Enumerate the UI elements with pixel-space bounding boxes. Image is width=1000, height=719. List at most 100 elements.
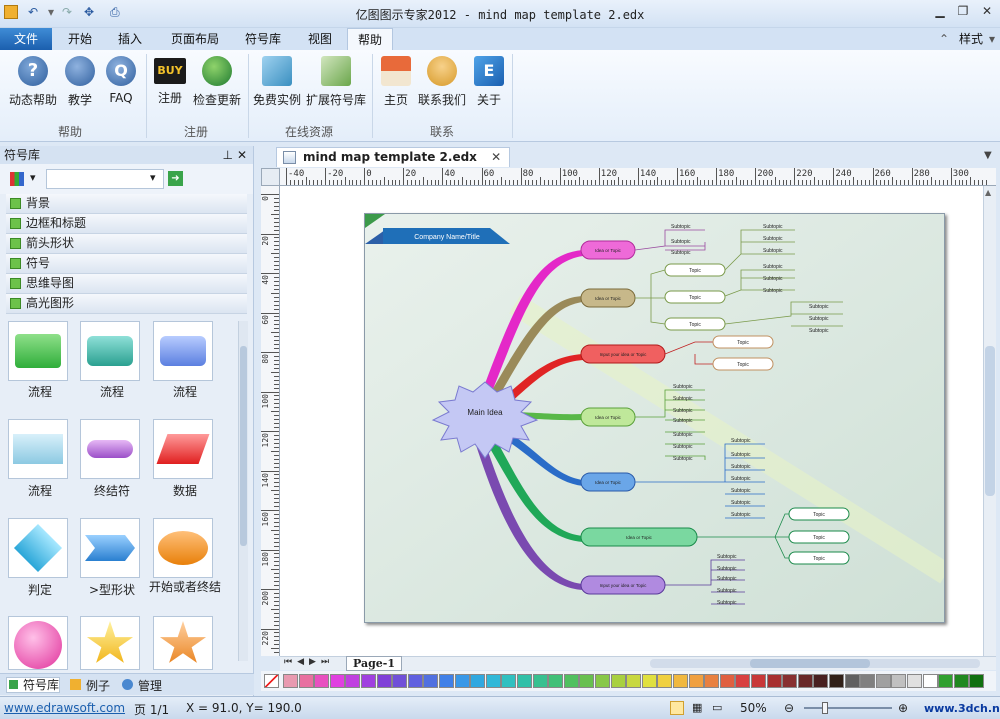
subtopic-label[interactable]: Subtopic <box>809 328 829 334</box>
category-highlight-shapes[interactable]: 高光图形 <box>6 294 247 314</box>
color-swatch[interactable] <box>719 674 735 688</box>
page-view-icon[interactable]: ▦ <box>692 701 702 714</box>
subtopic-label[interactable]: Subtopic <box>763 248 783 254</box>
tutorial-button[interactable]: 教学 <box>62 56 98 112</box>
color-swatch[interactable] <box>532 674 548 688</box>
subtopic-label[interactable]: Subtopic <box>671 250 691 256</box>
color-swatch[interactable] <box>969 674 985 688</box>
subtopic-label[interactable]: Subtopic <box>809 304 829 310</box>
color-swatch[interactable] <box>953 674 969 688</box>
shape-process-light[interactable] <box>8 419 68 479</box>
color-swatch[interactable] <box>563 674 579 688</box>
tab-list-dropdown-icon[interactable]: ▼ <box>984 150 992 161</box>
no-fill-swatch[interactable] <box>264 674 279 688</box>
search-dropdown-icon[interactable]: ▾ <box>150 171 156 184</box>
color-swatch[interactable] <box>454 674 470 688</box>
subtopic-label[interactable]: Subtopic <box>671 224 691 230</box>
subtopic-label[interactable]: Subtopic <box>673 444 693 450</box>
color-swatch[interactable] <box>844 674 860 688</box>
close-icon[interactable]: ✕ <box>977 4 997 22</box>
dynamic-help-button[interactable]: ? 动态帮助 <box>8 56 58 112</box>
subtopic-label[interactable]: Subtopic <box>673 384 693 390</box>
page-nav-arrows-icon[interactable]: ⏮◀▶⏭ <box>284 657 334 667</box>
collapse-ribbon-icon[interactable]: ⌃ <box>938 28 950 50</box>
color-swatch[interactable] <box>735 674 751 688</box>
contact-us-button[interactable]: 联系我们 <box>416 56 468 112</box>
subtopic-label[interactable]: Subtopic <box>673 456 693 462</box>
category-arrows[interactable]: 箭头形状 <box>6 234 247 254</box>
color-swatch[interactable] <box>329 674 345 688</box>
library-icon[interactable] <box>10 172 24 186</box>
shape-process-green[interactable] <box>8 321 68 381</box>
subtopic-label[interactable]: Subtopic <box>763 236 783 242</box>
page-tab[interactable]: Page-1 <box>346 656 403 671</box>
faq-button[interactable]: Q FAQ <box>104 56 138 112</box>
scroll-thumb[interactable] <box>985 346 995 496</box>
color-swatch[interactable] <box>517 674 532 688</box>
shape-process-teal[interactable] <box>80 321 140 381</box>
shape-process-blue[interactable] <box>153 321 213 381</box>
subtopic-label[interactable]: Subtopic <box>717 554 737 560</box>
subtopic-label[interactable]: Subtopic <box>763 288 783 294</box>
color-swatch[interactable] <box>829 674 844 688</box>
color-swatch[interactable] <box>657 674 673 688</box>
extended-symbols-button[interactable]: 扩展符号库 <box>305 56 367 112</box>
color-swatch[interactable] <box>797 674 813 688</box>
about-button[interactable]: E 关于 <box>472 56 506 112</box>
shape-decision[interactable] <box>8 518 68 578</box>
homepage-button[interactable]: 主页 <box>378 56 414 112</box>
minimize-icon[interactable]: ▁ <box>930 4 950 22</box>
subtopic-label[interactable]: Subtopic <box>731 488 751 494</box>
color-swatch[interactable] <box>548 674 564 688</box>
color-swatch[interactable] <box>626 674 642 688</box>
free-examples-button[interactable]: 免费实例 <box>252 56 302 112</box>
color-swatch[interactable] <box>345 674 361 688</box>
restore-icon[interactable]: ❐ <box>953 4 973 22</box>
zoom-out-icon[interactable]: ⊖ <box>784 701 794 715</box>
go-arrow-icon[interactable]: ➜ <box>168 171 183 186</box>
color-swatch[interactable] <box>470 674 486 688</box>
subtopic-label[interactable]: Subtopic <box>717 576 737 582</box>
color-swatch[interactable] <box>688 674 704 688</box>
subtopic-label[interactable]: Subtopic <box>717 588 737 594</box>
close-tab-icon[interactable]: ✕ <box>491 150 501 164</box>
color-swatch[interactable] <box>751 674 766 688</box>
tab-home[interactable]: 开始 <box>60 28 100 50</box>
color-swatch[interactable] <box>392 674 408 688</box>
subtopic-label[interactable]: Subtopic <box>731 464 751 470</box>
shape-terminator[interactable] <box>80 419 140 479</box>
color-swatch[interactable] <box>485 674 501 688</box>
presentation-view-icon[interactable]: ▭ <box>712 701 722 714</box>
drawing-canvas[interactable]: Company Name/Title Main Idea Idea or Top… <box>280 186 983 656</box>
category-mind-map[interactable]: 思维导图 <box>6 274 247 294</box>
shape-data[interactable] <box>153 419 213 479</box>
color-swatch[interactable] <box>891 674 907 688</box>
color-swatch[interactable] <box>782 674 798 688</box>
subtopic-label[interactable]: Subtopic <box>671 239 691 245</box>
zoom-in-icon[interactable]: ⊕ <box>898 701 908 715</box>
subtopic-label[interactable]: Subtopic <box>673 408 693 414</box>
category-borders-titles[interactable]: 边框和标题 <box>6 214 247 234</box>
panel-scrollbar[interactable] <box>238 321 248 661</box>
zoom-slider-thumb[interactable] <box>822 702 828 714</box>
check-update-button[interactable]: 检查更新 <box>192 56 242 112</box>
subtopic-label[interactable]: Subtopic <box>731 512 751 518</box>
color-swatch[interactable] <box>860 674 876 688</box>
horizontal-scrollbar[interactable] <box>650 659 980 668</box>
tab-help[interactable]: 帮助 <box>347 28 393 50</box>
subtopic-label[interactable]: Subtopic <box>763 276 783 282</box>
vertical-scrollbar[interactable]: ▲ <box>983 186 996 656</box>
scroll-up-icon[interactable]: ▲ <box>985 188 991 197</box>
color-swatch[interactable] <box>283 674 298 688</box>
color-swatch[interactable] <box>595 674 610 688</box>
subtopic-label[interactable]: Subtopic <box>731 500 751 506</box>
tab-symbols[interactable]: 符号库 <box>238 28 288 50</box>
scroll-thumb[interactable] <box>750 659 870 668</box>
subtopic-label[interactable]: Subtopic <box>731 476 751 482</box>
color-swatch[interactable] <box>376 674 392 688</box>
color-swatch[interactable] <box>641 674 657 688</box>
tab-view[interactable]: 视图 <box>300 28 340 50</box>
zoom-slider[interactable] <box>804 707 892 709</box>
shape-star-yellow[interactable] <box>80 616 140 670</box>
color-swatch[interactable] <box>673 674 688 688</box>
